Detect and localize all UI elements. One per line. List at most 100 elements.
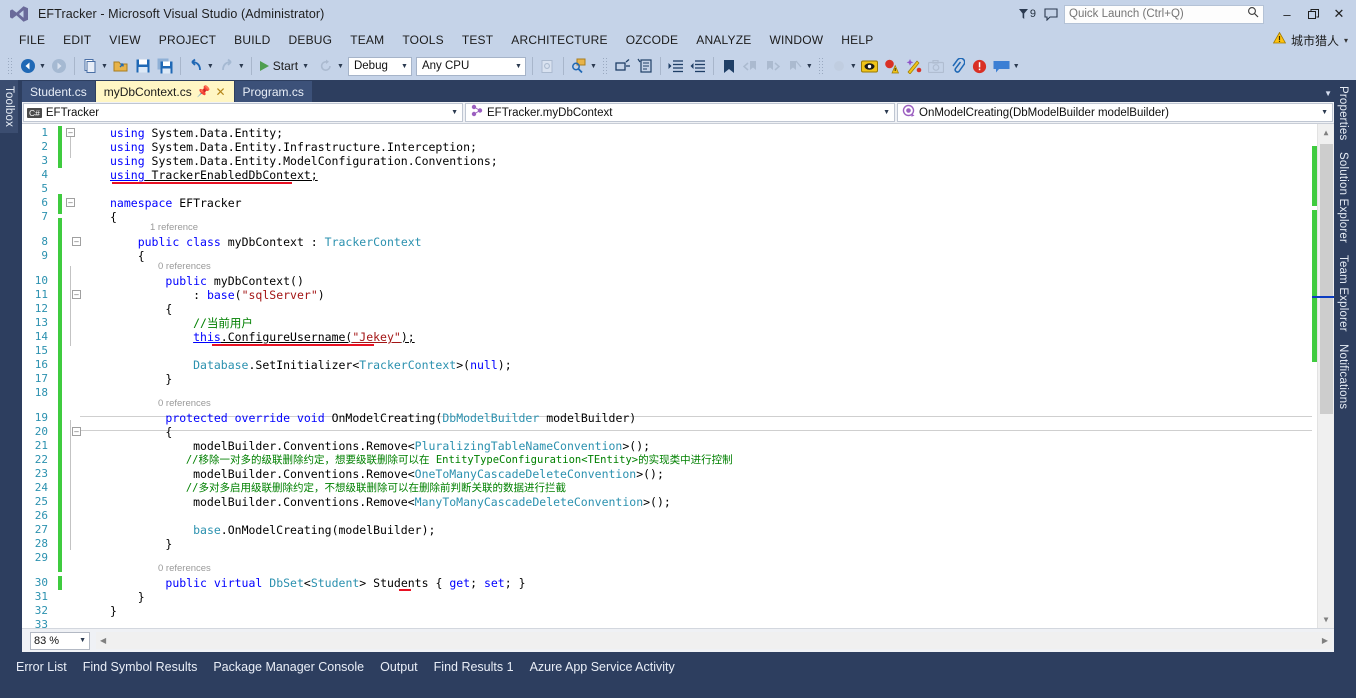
dock-tab-toolbox[interactable]: Toolbox (0, 80, 18, 134)
dock-tab-notifications[interactable]: Notifications (1334, 338, 1352, 415)
document-tab-student[interactable]: Student.cs (22, 81, 95, 102)
save-all-icon[interactable] (154, 55, 176, 77)
error-circle-icon[interactable] (969, 55, 991, 77)
user-account-name[interactable]: 城市猎人 (1291, 32, 1339, 49)
attach-link-icon[interactable] (947, 55, 969, 77)
menu-file[interactable]: FILE (10, 31, 54, 49)
navbar-project-combo[interactable]: C# EFTracker ▼ (23, 103, 463, 122)
code-line[interactable]: namespace EFTracker (110, 196, 242, 210)
chevron-down-icon[interactable]: ▼ (883, 109, 890, 116)
code-line[interactable]: using System.Data.Entity.Infrastructure.… (110, 140, 477, 154)
ozcode-reveal-icon[interactable] (859, 55, 881, 77)
code-line[interactable]: } (110, 372, 172, 386)
toolbar-grip[interactable] (7, 57, 14, 75)
ozcode-exception-icon[interactable] (881, 55, 903, 77)
code-line[interactable]: base.OnModelCreating(modelBuilder); (110, 523, 435, 537)
code-line[interactable]: this.ConfigureUsername("Jekey"); (110, 330, 415, 344)
outline-collapse-icon[interactable]: – (72, 427, 81, 436)
code-line[interactable]: { (110, 302, 172, 316)
comment-bubble-icon[interactable] (991, 55, 1013, 77)
code-line[interactable]: } (110, 537, 172, 551)
toolbar-grip-3[interactable] (817, 57, 825, 75)
chevron-down-icon[interactable]: ▼ (1321, 109, 1328, 116)
save-icon[interactable] (132, 55, 154, 77)
menu-debug[interactable]: DEBUG (280, 31, 342, 49)
code-line[interactable]: //移除一对多的级联删除约定，想要级联删除可以在 EntityTypeConfi… (110, 453, 733, 467)
code-line[interactable]: //当前用户 (110, 316, 253, 330)
find-symbol-icon[interactable] (568, 55, 590, 77)
bottom-tab-azure-app-service-activity[interactable]: Azure App Service Activity (522, 658, 683, 676)
dock-tab-solution-explorer[interactable]: Solution Explorer (1334, 146, 1352, 249)
bookmark-icon[interactable] (718, 55, 740, 77)
scroll-down-arrow-icon[interactable]: ▼ (1318, 611, 1334, 628)
quick-launch-input[interactable] (1069, 8, 1247, 20)
start-dropdown-icon[interactable]: ▼ (302, 63, 309, 70)
outline-collapse-icon[interactable]: – (66, 128, 75, 137)
code-line[interactable]: public virtual DbSet<Student> Students {… (110, 576, 525, 590)
toolbar-overflow-icon[interactable]: ▼ (1013, 63, 1020, 70)
bottom-tab-find-symbol-results[interactable]: Find Symbol Results (75, 658, 206, 676)
code-line[interactable]: } (110, 604, 117, 618)
navigate-back-dropdown-icon[interactable]: ▼ (39, 63, 46, 70)
code-line[interactable]: modelBuilder.Conventions.Remove<OneToMan… (110, 467, 664, 481)
code-line[interactable]: modelBuilder.Conventions.Remove<Pluraliz… (110, 439, 650, 453)
codelens-class-references[interactable]: 1 reference (150, 222, 198, 234)
menu-build[interactable]: BUILD (225, 31, 279, 49)
code-line[interactable]: using TrackerEnabledDbContext; (110, 168, 318, 182)
scroll-right-arrow-icon[interactable]: ▶ (1318, 636, 1332, 645)
menu-view[interactable]: VIEW (100, 31, 149, 49)
bottom-tab-output[interactable]: Output (372, 658, 426, 676)
dock-tab-properties[interactable]: Properties (1334, 80, 1352, 146)
codelens-method-references[interactable]: 0 references (158, 398, 211, 410)
menu-window[interactable]: WINDOW (760, 31, 832, 49)
comment-selection-icon[interactable] (612, 55, 634, 77)
outline-collapse-icon[interactable]: – (66, 198, 75, 207)
menu-tools[interactable]: TOOLS (393, 31, 452, 49)
editor-horizontal-scrollbar[interactable]: ◀ ▶ (96, 632, 1332, 649)
undo-dropdown-icon[interactable]: ▼ (207, 63, 214, 70)
menu-analyze[interactable]: ANALYZE (687, 31, 760, 49)
code-line[interactable]: : base("sqlServer") (110, 288, 325, 302)
document-tab-program[interactable]: Program.cs (234, 81, 312, 102)
editor-vertical-scrollbar[interactable]: ⚌ ▲ ▼ (1312, 124, 1334, 628)
menu-ozcode[interactable]: OZCODE (617, 31, 688, 49)
minimize-button[interactable]: – (1274, 0, 1300, 28)
code-line[interactable]: Database.SetInitializer<TrackerContext>(… (110, 358, 512, 372)
speech-bubble-icon[interactable] (1044, 7, 1058, 21)
menu-architecture[interactable]: ARCHITECTURE (502, 31, 616, 49)
find-dropdown-icon[interactable]: ▼ (590, 63, 597, 70)
menu-project[interactable]: PROJECT (150, 31, 225, 49)
uncomment-selection-icon[interactable] (634, 55, 656, 77)
close-button[interactable]: ✕ (1326, 0, 1352, 28)
tab-overflow-chevron-icon[interactable]: ▼ (1324, 89, 1332, 98)
start-debug-button[interactable]: Start ▼ (256, 59, 315, 73)
code-line[interactable]: { (110, 425, 172, 439)
new-item-icon[interactable] (79, 55, 101, 77)
navbar-type-combo[interactable]: EFTracker.myDbContext ▼ (465, 103, 895, 122)
document-tab-mydbcontext[interactable]: myDbContext.cs 📌 ✕ (95, 81, 234, 102)
code-line[interactable]: public myDbContext() (110, 274, 303, 288)
chevron-down-icon[interactable]: ▼ (509, 63, 522, 70)
search-icon[interactable] (1247, 5, 1259, 23)
code-line[interactable]: } (110, 590, 145, 604)
outline-collapse-icon[interactable]: – (72, 290, 81, 299)
close-icon[interactable]: ✕ (215, 85, 225, 99)
code-line[interactable]: using System.Data.Entity.ModelConfigurat… (110, 154, 498, 168)
bottom-tab-error-list[interactable]: Error List (8, 658, 75, 676)
code-line[interactable]: modelBuilder.Conventions.Remove<ManyToMa… (110, 495, 671, 509)
code-line[interactable]: { (110, 210, 117, 224)
codelens-property-references[interactable]: 0 references (158, 563, 211, 575)
ozcode-magic-wand-icon[interactable] (903, 55, 925, 77)
dock-tab-team-explorer[interactable]: Team Explorer (1334, 249, 1352, 338)
chevron-down-icon[interactable]: ▼ (79, 637, 86, 644)
pin-icon[interactable]: 📌 (197, 85, 211, 98)
editor-zoom-combo[interactable]: 83 % ▼ (30, 631, 90, 650)
code-line[interactable]: public class myDbContext : TrackerContex… (110, 235, 422, 249)
new-item-dropdown-icon[interactable]: ▼ (101, 63, 108, 70)
scroll-left-arrow-icon[interactable]: ◀ (96, 636, 110, 645)
bottom-tab-package-manager-console[interactable]: Package Manager Console (205, 658, 372, 676)
decrease-indent-icon[interactable] (687, 55, 709, 77)
outline-collapse-icon[interactable]: – (72, 237, 81, 246)
menu-edit[interactable]: EDIT (54, 31, 100, 49)
solution-configuration-combo[interactable]: Debug ▼ (347, 56, 412, 76)
